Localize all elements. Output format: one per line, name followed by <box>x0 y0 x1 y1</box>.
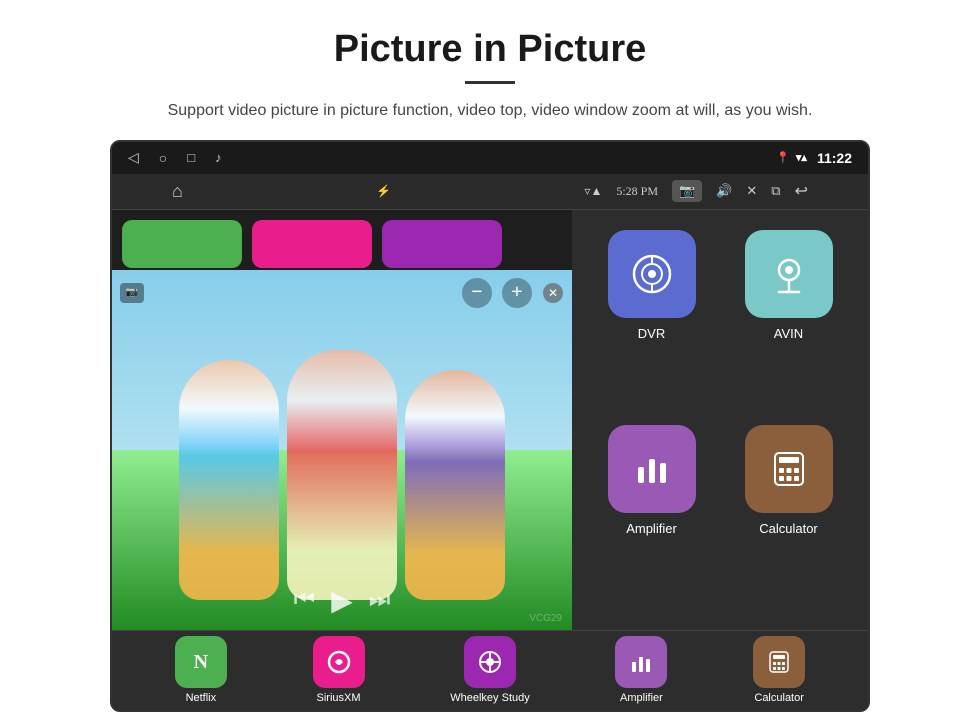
amplifier-label: Amplifier <box>626 521 677 536</box>
amplifier-bottom-label: Amplifier <box>620 692 663 704</box>
android-nav-right: ▿▲ 5:28 PM 📷 🔊 ✕ ⧉ ↩ <box>584 180 808 202</box>
status-bar-left: ◁ ○ □ ♪ <box>128 149 222 166</box>
dvr-label: DVR <box>638 326 665 341</box>
close-screen-icon[interactable]: ✕ <box>746 183 757 199</box>
avin-svg-icon <box>767 252 811 296</box>
pip-cam-icon: 📷 <box>120 283 144 303</box>
bottom-netflix[interactable]: N Netflix <box>175 636 227 704</box>
netflix-top-icon[interactable] <box>122 220 242 268</box>
siriusxm-svg-icon <box>325 648 353 676</box>
home-icon[interactable]: ⌂ <box>172 181 183 202</box>
app-grid: DVR AVIN <box>572 210 868 630</box>
amplifier-bottom-icon <box>615 636 667 688</box>
calculator-bottom-icon <box>753 636 805 688</box>
watermark: VCG29 <box>529 613 562 624</box>
volume-icon[interactable]: 🔊 <box>716 183 732 199</box>
amplifier-bottom-svg <box>627 648 655 676</box>
pip-plus-btn[interactable]: + <box>502 278 532 308</box>
title-divider <box>465 81 515 84</box>
pip-playback: ⏮ ▶ ⏭ <box>294 584 391 618</box>
calculator-icon-bg <box>745 425 833 513</box>
person-2 <box>287 350 397 600</box>
back-icon[interactable]: ◁ <box>128 149 139 166</box>
wifi-status-icon: ▿▲ <box>584 184 602 199</box>
play-pause-btn[interactable]: ▶ <box>331 584 353 618</box>
bottom-wheelkey[interactable]: Wheelkey Study <box>450 636 529 704</box>
person-1 <box>179 360 279 600</box>
device-frame: ◁ ○ □ ♪ 📍 ▾▴ 11:22 ⌂ ⚡ <box>110 140 870 712</box>
page-subtitle: Support video picture in picture functio… <box>60 98 920 124</box>
status-bar-right: 📍 ▾▴ 11:22 <box>776 150 852 166</box>
recents-icon[interactable]: □ <box>187 150 195 165</box>
skip-back-btn[interactable]: ⏮ <box>294 587 316 614</box>
pip-close-icon: ✕ <box>542 282 564 304</box>
android-nav-bar: ⌂ ⚡ ▿▲ 5:28 PM 📷 🔊 ✕ ⧉ ↩ <box>112 174 868 210</box>
pip-area: 📷 − + ✕ <box>112 210 572 630</box>
window-icon[interactable]: ⧉ <box>771 183 780 199</box>
nav-time: 5:28 PM <box>616 184 658 199</box>
music-icon[interactable]: ♪ <box>215 150 222 165</box>
app-amplifier[interactable]: Amplifier <box>588 425 715 610</box>
pip-controls: 📷 − + ✕ <box>120 278 564 308</box>
wheelkey-bottom-icon <box>464 636 516 688</box>
home-circle-icon[interactable]: ○ <box>159 150 167 166</box>
page-title: Picture in Picture <box>60 28 920 71</box>
calculator-bottom-svg <box>765 648 793 676</box>
wheelkey-bottom-label: Wheelkey Study <box>450 692 529 704</box>
wheelkey-svg-icon <box>476 648 504 676</box>
app-dvr[interactable]: DVR <box>588 230 715 415</box>
calculator-bottom-label: Calculator <box>754 692 804 704</box>
dvr-svg-icon <box>630 252 674 296</box>
avin-label: AVIN <box>774 326 803 341</box>
status-time: 11:22 <box>817 150 852 166</box>
app-calculator[interactable]: Calculator <box>725 425 852 610</box>
pip-minus-btn[interactable]: − <box>462 278 492 308</box>
people-figures <box>112 340 572 600</box>
bottom-calculator[interactable]: Calculator <box>753 636 805 704</box>
netflix-n-letter: N <box>194 651 208 674</box>
amplifier-svg-icon <box>630 447 674 491</box>
nav-back-icon[interactable]: ↩ <box>795 181 808 201</box>
amplifier-icon-bg <box>608 425 696 513</box>
nav-center: ⚡ <box>376 184 391 199</box>
calculator-svg-icon <box>767 447 811 491</box>
pip-close-btn[interactable]: ✕ <box>542 281 564 304</box>
pip-camera-indicator: 📷 <box>126 287 138 298</box>
svg-text:✕: ✕ <box>548 286 558 300</box>
person-3 <box>405 370 505 600</box>
dvr-icon-bg <box>608 230 696 318</box>
netflix-bottom-icon: N <box>175 636 227 688</box>
siriusxm-bottom-icon <box>313 636 365 688</box>
device-status-bar: ◁ ○ □ ♪ 📍 ▾▴ 11:22 <box>112 142 868 174</box>
pip-video[interactable]: 📷 − + ✕ <box>112 270 572 630</box>
calculator-label: Calculator <box>759 521 818 536</box>
top-icons-row <box>122 220 502 268</box>
netflix-bottom-label: Netflix <box>186 692 217 704</box>
wheelkey-top-icon[interactable] <box>382 220 502 268</box>
pip-size-controls: − + ✕ <box>462 278 564 308</box>
siriusxm-bottom-label: SiriusXM <box>317 692 361 704</box>
screen-content: 📷 − + ✕ <box>112 210 868 630</box>
camera-icon[interactable]: 📷 <box>672 180 702 202</box>
siriusxm-top-icon[interactable] <box>252 220 372 268</box>
avin-icon-bg <box>745 230 833 318</box>
usb-icon: ⚡ <box>376 184 391 199</box>
skip-forward-btn[interactable]: ⏭ <box>369 587 391 614</box>
bottom-amplifier[interactable]: Amplifier <box>615 636 667 704</box>
app-avin[interactable]: AVIN <box>725 230 852 415</box>
bottom-siriusxm[interactable]: SiriusXM <box>313 636 365 704</box>
page-header: Picture in Picture Support video picture… <box>0 0 980 140</box>
wifi-icon: ▾▴ <box>796 151 807 164</box>
location-icon: 📍 <box>776 151 790 164</box>
